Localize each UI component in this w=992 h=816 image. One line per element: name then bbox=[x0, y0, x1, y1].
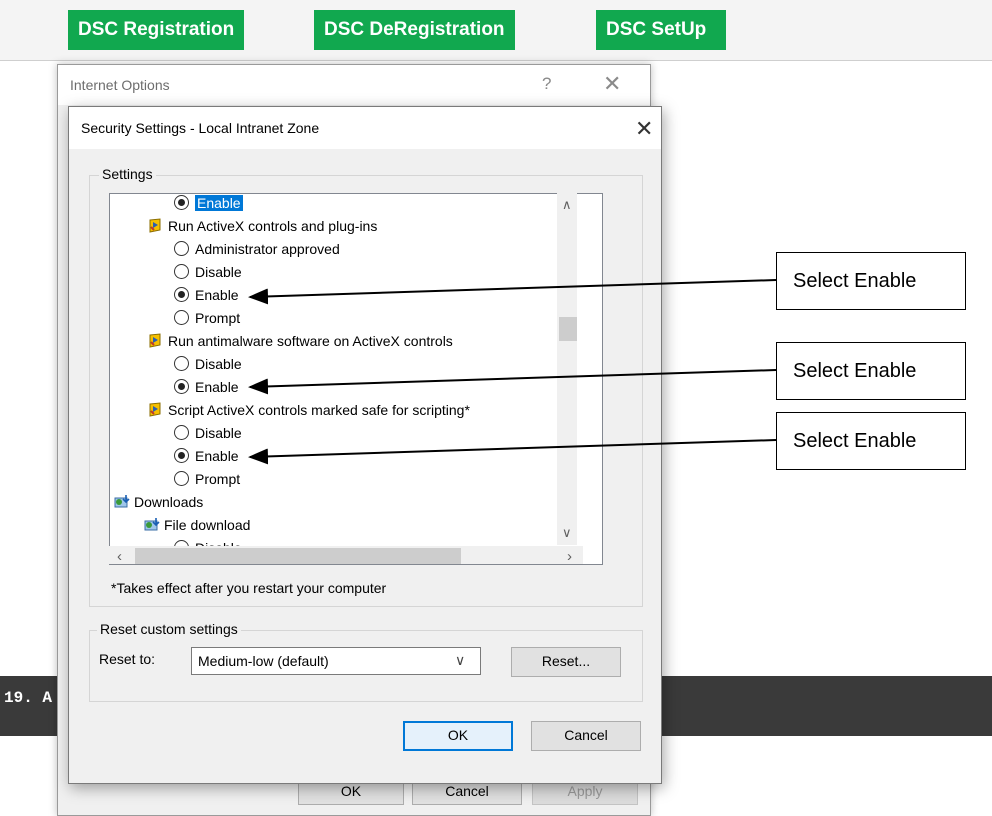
arrow-line bbox=[248, 279, 777, 305]
annotation-arrows bbox=[248, 279, 777, 465]
arrow-line bbox=[248, 369, 777, 395]
arrow-line bbox=[248, 439, 777, 465]
